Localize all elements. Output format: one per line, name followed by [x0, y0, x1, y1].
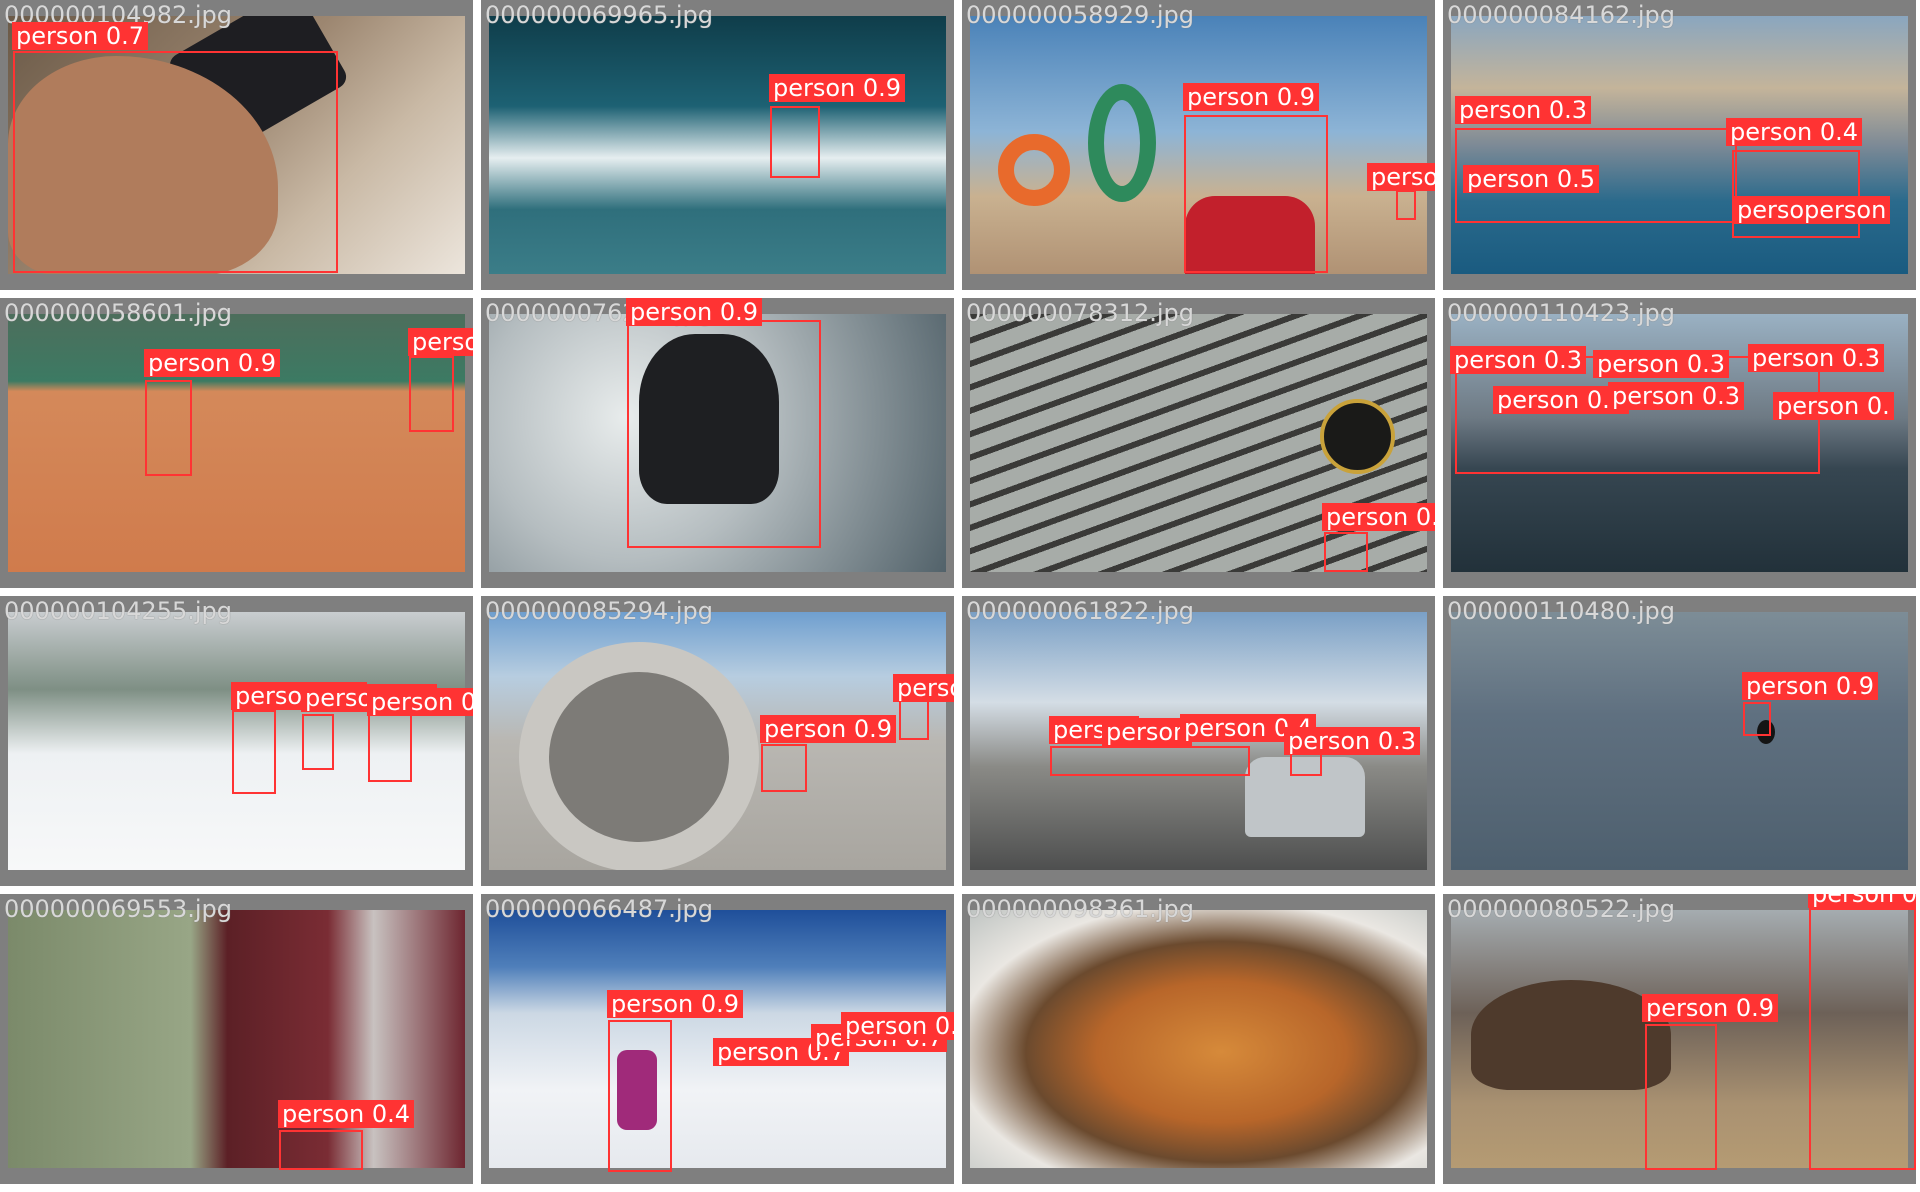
filename: 000000110480.jpg [1447, 597, 1675, 625]
detection-label: person 0.9 [1742, 672, 1879, 700]
detection-label: person [1102, 718, 1193, 746]
tile-11: 000000061822.jpg person person person 0.… [962, 596, 1435, 886]
filename: 000000061822.jpg [966, 597, 1194, 625]
detection-box [13, 51, 338, 273]
detection-label: person 0.5 [1463, 165, 1600, 193]
tile-1: 000000104982.jpg person 0.7 [0, 0, 473, 290]
detection-box [627, 320, 821, 548]
tile-6: 000000076290.jpg person 0.9 [481, 298, 954, 588]
detection-label: person 0.9 [626, 298, 763, 326]
detection-label: person 0.9 [144, 349, 281, 377]
tile-15: 000000098361.jpg [962, 894, 1435, 1184]
filename: 000000069553.jpg [4, 895, 232, 923]
filename: 000000104255.jpg [4, 597, 232, 625]
photo [489, 16, 946, 274]
detection-box [1050, 746, 1250, 776]
detection-box [1396, 190, 1416, 220]
detection-box [1645, 1024, 1717, 1170]
detection-box [145, 380, 192, 476]
detection-box [302, 714, 334, 770]
detection-box [770, 106, 820, 178]
detection-label: person 0 [1808, 894, 1916, 908]
filename: 000000084162.jpg [1447, 1, 1675, 29]
detection-box [1732, 150, 1860, 238]
pony-shape [1471, 980, 1671, 1090]
detection-label: person 0.9 [607, 990, 744, 1018]
filename: 000000069965.jpg [485, 1, 713, 29]
filename: 000000078312.jpg [966, 299, 1194, 327]
detection-box [761, 744, 807, 792]
tile-14: 000000066487.jpg person 0.9 person 0.7 p… [481, 894, 954, 1184]
tile-16: 000000080522.jpg person 0.9 person 0 [1443, 894, 1916, 1184]
tile-2: 000000069965.jpg person 0.9 [481, 0, 954, 290]
filename: 000000058929.jpg [966, 1, 1194, 29]
kite-shape [1088, 84, 1156, 202]
detection-label: person 0. [1773, 392, 1894, 420]
detection-label: person 0.4 [1726, 118, 1863, 146]
detection-box [608, 1020, 672, 1172]
filename: 000000080522.jpg [1447, 895, 1675, 923]
detection-label: person 0.9 [760, 715, 897, 743]
detection-label: person 0.9 [1642, 994, 1779, 1022]
filename: 000000098361.jpg [966, 895, 1194, 923]
detection-label: person 0.8 [841, 1012, 954, 1040]
detection-label: person 0.3 [1748, 344, 1885, 372]
tile-3: 000000058929.jpg person 0.9 person 0.5 [962, 0, 1435, 290]
detection-mosaic: 000000104982.jpg person 0.7 000000069965… [0, 0, 1920, 1192]
photo [8, 910, 465, 1168]
detection-label: person 0.9 [769, 74, 906, 102]
filename: 000000066487.jpg [485, 895, 713, 923]
photo [970, 910, 1427, 1168]
detection-label: person 0.5 [893, 674, 954, 702]
clock-shape [1320, 399, 1395, 474]
filename: 000000085294.jpg [485, 597, 713, 625]
tile-10: 000000085294.jpg person 0.9 person 0.5 [481, 596, 954, 886]
detection-box [368, 714, 412, 782]
photo [1451, 612, 1908, 870]
pipe-shape [519, 642, 759, 870]
tile-4: 000000084162.jpg person 0.3 person 0.4 p… [1443, 0, 1916, 290]
detection-label: person 0.3 [1450, 346, 1587, 374]
detection-box [1809, 908, 1916, 1170]
detection-box [1743, 702, 1771, 736]
tile-12: 000000110480.jpg person 0.9 [1443, 596, 1916, 886]
tile-9: 000000104255.jpg person 0.9 person 0.9 p… [0, 596, 473, 886]
detection-label: person 0.3 [1608, 382, 1745, 410]
detection-box [1184, 115, 1328, 273]
tile-13: 000000069553.jpg person 0.4 [0, 894, 473, 1184]
detection-label: person 0.9 [1322, 503, 1435, 531]
detection-box [1290, 752, 1322, 776]
detection-label: person 0.3 [1284, 727, 1421, 755]
detection-box [1324, 532, 1368, 572]
detection-label: person 0.9 [408, 328, 473, 356]
tile-7: 000000078312.jpg person 0.9 [962, 298, 1435, 588]
detection-label: person 0.9 [1183, 83, 1320, 111]
filename: 000000058601.jpg [4, 299, 232, 327]
tile-5: 000000058601.jpg person 0.9 person 0.9 [0, 298, 473, 588]
detection-label: person 0.3 [1593, 350, 1730, 378]
filename: 000000110423.jpg [1447, 299, 1675, 327]
detection-box [279, 1130, 363, 1170]
detection-box [409, 356, 454, 432]
detection-label: person 0.3 [1455, 96, 1592, 124]
tile-8: 000000110423.jpg person 0.3 person 0.3 p… [1443, 298, 1916, 588]
detection-label: person 0.4 [278, 1100, 415, 1128]
detection-label: person 0.9 [367, 688, 473, 716]
detection-label: persoperson [1733, 196, 1891, 224]
detection-label: person 0.7 [12, 22, 149, 50]
detection-label: person 0.5 [1367, 163, 1435, 191]
kite-shape [998, 134, 1070, 206]
detection-box [232, 710, 276, 794]
